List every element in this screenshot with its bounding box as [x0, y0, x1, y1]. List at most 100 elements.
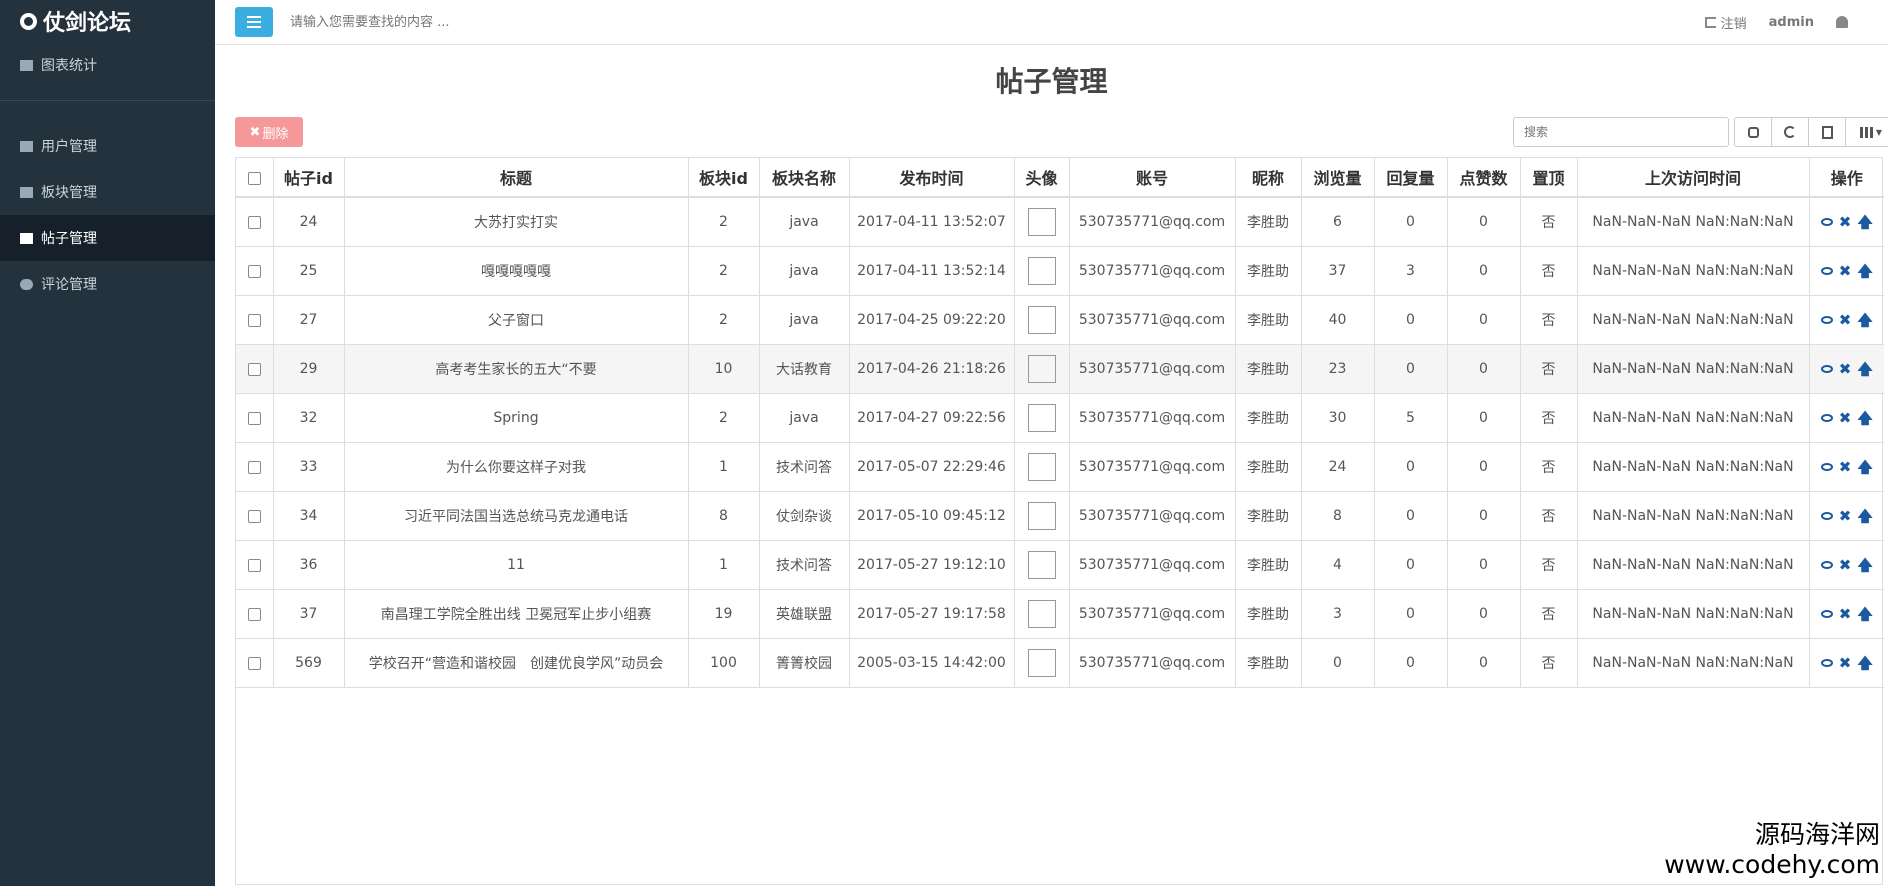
table-row[interactable]: 34 习近平同法国当选总统马克龙通电话 8 仗剑杂谈 2017-05-10 09:45:… — [236, 491, 1884, 541]
sidebar-item-label: 图表统计 — [41, 58, 97, 74]
table-row[interactable]: 36 11 1 技术问答 2017-05-27 19:12:10 530735771@qq… — [236, 540, 1884, 590]
view-icon[interactable] — [1820, 267, 1833, 275]
table-row[interactable]: 29 高考考生家长的五大“不要 10 大话教育 2017-04-26 21:18:26 5… — [236, 344, 1884, 394]
row-checkbox[interactable] — [247, 607, 261, 621]
view-icon[interactable] — [1820, 610, 1833, 618]
sidebar-item-comments[interactable]: 评论管理 — [0, 261, 215, 307]
column-header[interactable]: 账号 — [1069, 158, 1236, 198]
delete-button[interactable]: ✖ 删除 — [235, 117, 303, 147]
pin-up-icon[interactable]: 🡅 — [1857, 508, 1872, 524]
view-icon[interactable] — [1820, 365, 1833, 373]
delete-icon[interactable]: ✖ — [1839, 214, 1852, 230]
delete-icon[interactable]: ✖ — [1839, 606, 1852, 622]
logout-link[interactable]: 注销 — [1704, 13, 1747, 32]
pin-up-icon[interactable]: 🡅 — [1857, 263, 1872, 279]
column-header[interactable]: 置顶 — [1520, 158, 1578, 198]
delete-icon[interactable]: ✖ — [1839, 655, 1852, 671]
table-row[interactable]: 569 学校召开“营造和谐校园 创建优良学风”动员会 100 箐箐校园 2005-03-… — [236, 638, 1884, 688]
column-header[interactable]: 标题 — [344, 158, 689, 198]
row-checkbox[interactable] — [247, 558, 261, 572]
row-checkbox[interactable] — [247, 656, 261, 670]
avatar — [1027, 306, 1056, 334]
view-icon[interactable] — [1820, 659, 1833, 667]
table-row[interactable]: 27 父子窗口 2 java 2017-04-25 09:22:20 530735771@… — [236, 295, 1884, 345]
cell-board-id: 10 — [688, 344, 760, 394]
view-icon[interactable] — [1820, 414, 1833, 422]
sidebar-item-charts[interactable]: 图表统计 — [0, 42, 215, 88]
column-header[interactable]: 上次访问时间 — [1577, 158, 1810, 198]
table-row[interactable]: 37 南昌理工学院全胜出线 卫冕冠军止步小组赛 19 英雄联盟 2017-05-27 1… — [236, 589, 1884, 639]
cell-nick: 李胜助 — [1235, 540, 1302, 590]
delete-icon[interactable]: ✖ — [1839, 557, 1852, 573]
column-header[interactable]: 帖子id — [273, 158, 345, 198]
global-search-input[interactable] — [288, 13, 692, 31]
row-select-cell[interactable] — [236, 295, 274, 345]
table-row[interactable]: 25 嘎嘎嘎嘎嘎 2 java 2017-04-11 13:52:14 530735771… — [236, 246, 1884, 296]
table-search-input[interactable] — [1513, 117, 1729, 147]
pin-up-icon[interactable]: 🡅 — [1857, 606, 1872, 622]
row-checkbox[interactable] — [247, 362, 261, 376]
column-header[interactable]: 浏览量 — [1301, 158, 1375, 198]
toggle-view-button[interactable] — [1808, 117, 1846, 147]
cell-id: 32 — [273, 393, 345, 443]
brand[interactable]: 仗剑论坛 — [0, 0, 215, 42]
sidebar-item-posts[interactable]: 帖子管理 — [0, 215, 215, 261]
bell-icon[interactable] — [1836, 16, 1848, 28]
username[interactable]: admin — [1769, 15, 1814, 30]
column-header[interactable]: 点赞数 — [1447, 158, 1521, 198]
row-select-cell[interactable] — [236, 197, 274, 247]
pin-up-icon[interactable]: 🡅 — [1857, 557, 1872, 573]
refresh-button[interactable] — [1771, 117, 1809, 147]
row-select-cell[interactable] — [236, 540, 274, 590]
row-select-cell[interactable] — [236, 491, 274, 541]
row-checkbox[interactable] — [247, 509, 261, 523]
delete-icon[interactable]: ✖ — [1839, 508, 1852, 524]
column-header[interactable]: 昵称 — [1235, 158, 1302, 198]
view-icon[interactable] — [1820, 218, 1833, 226]
delete-icon[interactable]: ✖ — [1839, 410, 1852, 426]
sidebar-item-boards[interactable]: 板块管理 — [0, 169, 215, 215]
watermark-line1: 源码海洋网 — [1754, 820, 1880, 849]
select-all-checkbox[interactable] — [247, 171, 261, 185]
menu-toggle-button[interactable] — [235, 7, 273, 37]
topbar: 注销 admin — [215, 0, 1888, 45]
table-row[interactable]: 24 大苏打实打实 2 java 2017-04-11 13:52:07 53073577… — [236, 197, 1884, 247]
table-row[interactable]: 33 为什么你要这样子对我 1 技术问答 2017-05-07 22:29:46 5307… — [236, 442, 1884, 492]
row-select-cell[interactable] — [236, 589, 274, 639]
view-icon[interactable] — [1820, 561, 1833, 569]
row-checkbox[interactable] — [247, 411, 261, 425]
row-select-cell[interactable] — [236, 393, 274, 443]
view-icon[interactable] — [1820, 512, 1833, 520]
pin-up-icon[interactable]: 🡅 — [1857, 312, 1872, 328]
column-header[interactable]: 板块id — [688, 158, 760, 198]
view-icon[interactable] — [1820, 316, 1833, 324]
row-checkbox[interactable] — [247, 215, 261, 229]
delete-icon[interactable]: ✖ — [1839, 263, 1852, 279]
pin-up-icon[interactable]: 🡅 — [1857, 410, 1872, 426]
row-checkbox[interactable] — [247, 460, 261, 474]
pin-up-icon[interactable]: 🡅 — [1857, 655, 1872, 671]
column-header[interactable]: 发布时间 — [849, 158, 1015, 198]
table-row[interactable]: 32 Spring 2 java 2017-04-27 09:22:56 53073577… — [236, 393, 1884, 443]
view-icon[interactable] — [1820, 463, 1833, 471]
cell-id: 36 — [273, 540, 345, 590]
pin-up-icon[interactable]: 🡅 — [1857, 214, 1872, 230]
row-select-cell[interactable] — [236, 442, 274, 492]
column-header[interactable]: 头像 — [1014, 158, 1070, 198]
select-all-cell[interactable] — [236, 158, 274, 198]
columns-button[interactable]: ▼ — [1845, 117, 1888, 147]
row-select-cell[interactable] — [236, 246, 274, 296]
delete-icon[interactable]: ✖ — [1839, 459, 1852, 475]
row-select-cell[interactable] — [236, 638, 274, 688]
pin-up-icon[interactable]: 🡅 — [1857, 459, 1872, 475]
row-select-cell[interactable] — [236, 344, 274, 394]
pin-up-icon[interactable]: 🡅 — [1857, 361, 1872, 377]
row-checkbox[interactable] — [247, 264, 261, 278]
column-header[interactable]: 回复量 — [1374, 158, 1448, 198]
column-header[interactable]: 板块名称 — [759, 158, 850, 198]
delete-icon[interactable]: ✖ — [1839, 312, 1852, 328]
toggle-pagination-button[interactable] — [1734, 117, 1772, 147]
row-checkbox[interactable] — [247, 313, 261, 327]
sidebar-item-users[interactable]: 用户管理 — [0, 123, 215, 169]
delete-icon[interactable]: ✖ — [1839, 361, 1852, 377]
